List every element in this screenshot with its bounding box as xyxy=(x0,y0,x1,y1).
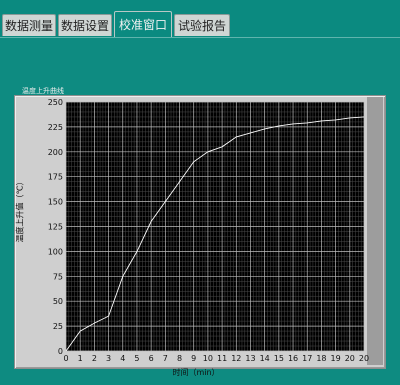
y-tick-label: 100 xyxy=(48,247,63,256)
x-tick-label: 3 xyxy=(106,354,111,363)
y-tick-label: 0 xyxy=(58,347,63,356)
y-tick-label: 175 xyxy=(48,173,63,182)
temperature-rise-chart: 02550751001251501752002252500 1 2 3 4 5 6 7 8 9 10… xyxy=(48,98,369,363)
x-tick-label: 20 xyxy=(345,354,355,363)
x-tick-label: 9 xyxy=(191,354,196,363)
x-tick-label: 13 xyxy=(245,354,255,363)
y-tick-label: 225 xyxy=(48,123,63,132)
y-axis-title: 温度上升值（℃） xyxy=(15,177,25,243)
x-tick-label: 11 xyxy=(217,354,227,363)
x-tick-label: 10 xyxy=(203,354,213,363)
x-tick-label: 2 xyxy=(92,354,97,363)
y-tick-label: 50 xyxy=(53,297,63,306)
x-tick-label: 12 xyxy=(231,354,241,363)
x-tick-label: 5 xyxy=(134,354,139,363)
x-axis-title: 时间（min） xyxy=(172,368,220,377)
x-tick-label: 7 xyxy=(163,354,168,363)
x-tick-label: 17 xyxy=(302,354,312,363)
x-tick-label: 19 xyxy=(331,354,341,363)
x-tick-label: 6 xyxy=(149,354,154,363)
x-tick-label: 16 xyxy=(288,354,298,363)
y-tick-label: 150 xyxy=(48,198,63,207)
x-tick-label: 20 xyxy=(359,354,369,363)
x-tick-label: 4 xyxy=(120,354,125,363)
x-tick-label: 8 xyxy=(177,354,182,363)
x-tick-label: 0 xyxy=(63,354,68,363)
x-tick-label: 15 xyxy=(274,354,284,363)
y-tick-label: 125 xyxy=(48,223,63,232)
x-tick-label: 1 xyxy=(78,354,83,363)
y-tick-label: 250 xyxy=(48,98,63,107)
y-tick-label: 75 xyxy=(53,272,63,281)
y-tick-label: 25 xyxy=(53,322,63,331)
y-tick-label: 200 xyxy=(48,148,63,157)
x-tick-label: 18 xyxy=(316,354,326,363)
x-tick-label: 14 xyxy=(260,354,270,363)
